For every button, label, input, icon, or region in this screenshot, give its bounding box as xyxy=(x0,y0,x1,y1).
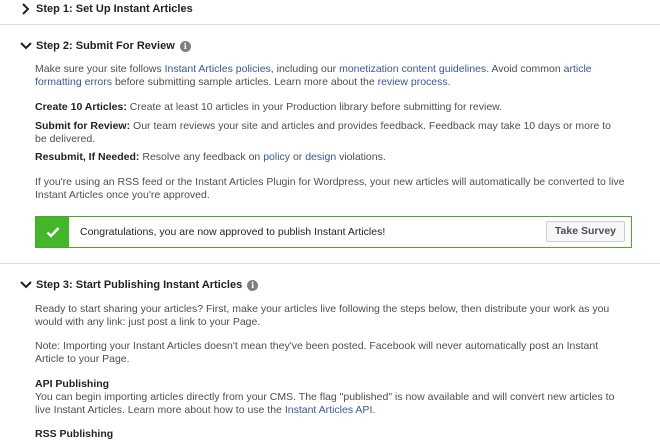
rss-note: If you're using an RSS feed or the Insta… xyxy=(35,176,625,201)
intro-text: Make sure your site follows xyxy=(35,63,165,75)
api-publishing-heading: API Publishing xyxy=(35,378,110,390)
design-link[interactable]: design xyxy=(305,151,336,163)
submit-label: Submit for Review: xyxy=(35,120,131,132)
create-label: Create 10 Articles: xyxy=(35,101,127,113)
intro-text: before submitting sample articles. Learn… xyxy=(112,76,378,88)
intro-text: , including our xyxy=(270,63,340,75)
step3-title: Step 3: Start Publishing Instant Article… xyxy=(36,279,243,291)
chevron-right-icon xyxy=(22,3,30,15)
step2-title: Step 2: Submit For Review xyxy=(36,40,175,52)
ready-text: Ready to start sharing your articles? Fi… xyxy=(35,303,610,328)
instant-articles-api-link[interactable]: Instant Articles API xyxy=(285,404,373,416)
chevron-down-icon xyxy=(20,42,32,50)
step1-header[interactable]: Step 1: Set Up Instant Articles xyxy=(18,2,193,16)
divider xyxy=(0,24,660,25)
resubmit-text: Resolve any feedback on xyxy=(139,151,264,163)
step2-intro: Make sure your site follows Instant Arti… xyxy=(35,63,625,89)
rss-publishing-heading: RSS Publishing xyxy=(35,428,114,440)
api-text: . xyxy=(372,404,376,416)
resubmit-line: Resubmit, If Needed: Resolve any feedbac… xyxy=(35,151,625,164)
policy-link[interactable]: policy xyxy=(263,151,290,163)
checkmark-icon xyxy=(46,227,59,238)
step2-header[interactable]: Step 2: Submit For Review i xyxy=(18,39,191,53)
monetization-guidelines-link[interactable]: monetization content guidelines xyxy=(339,63,486,75)
take-survey-button[interactable]: Take Survey xyxy=(545,221,625,242)
divider xyxy=(0,263,660,264)
create-articles-line: Create 10 Articles: Create at least 10 a… xyxy=(35,101,625,114)
step1-title: Step 1: Set Up Instant Articles xyxy=(36,3,193,15)
resubmit-text: or xyxy=(290,151,306,163)
create-text: Create at least 10 articles in your Prod… xyxy=(126,101,503,113)
note-text: Note: Importing your Instant Articles do… xyxy=(35,340,599,365)
intro-text: . Avoid common xyxy=(486,63,564,75)
approval-banner: Congratulations, you are now approved to… xyxy=(35,216,632,248)
submit-review-line: Submit for Review: Our team reviews your… xyxy=(35,120,625,146)
review-process-link[interactable]: review process xyxy=(378,76,448,88)
chevron-down-icon xyxy=(20,281,32,289)
success-check xyxy=(36,217,69,247)
info-icon[interactable]: i xyxy=(179,40,191,52)
step3-header[interactable]: Step 3: Start Publishing Instant Article… xyxy=(18,278,259,292)
policies-link[interactable]: Instant Articles policies xyxy=(165,63,271,75)
banner-message: Congratulations, you are now approved to… xyxy=(80,226,386,238)
intro-text: . xyxy=(447,76,451,88)
api-publishing-text: You can begin importing articles directl… xyxy=(35,391,625,417)
resubmit-text: violations. xyxy=(336,151,386,163)
resubmit-label: Resubmit, If Needed: xyxy=(35,151,140,163)
info-icon[interactable]: i xyxy=(247,279,259,291)
